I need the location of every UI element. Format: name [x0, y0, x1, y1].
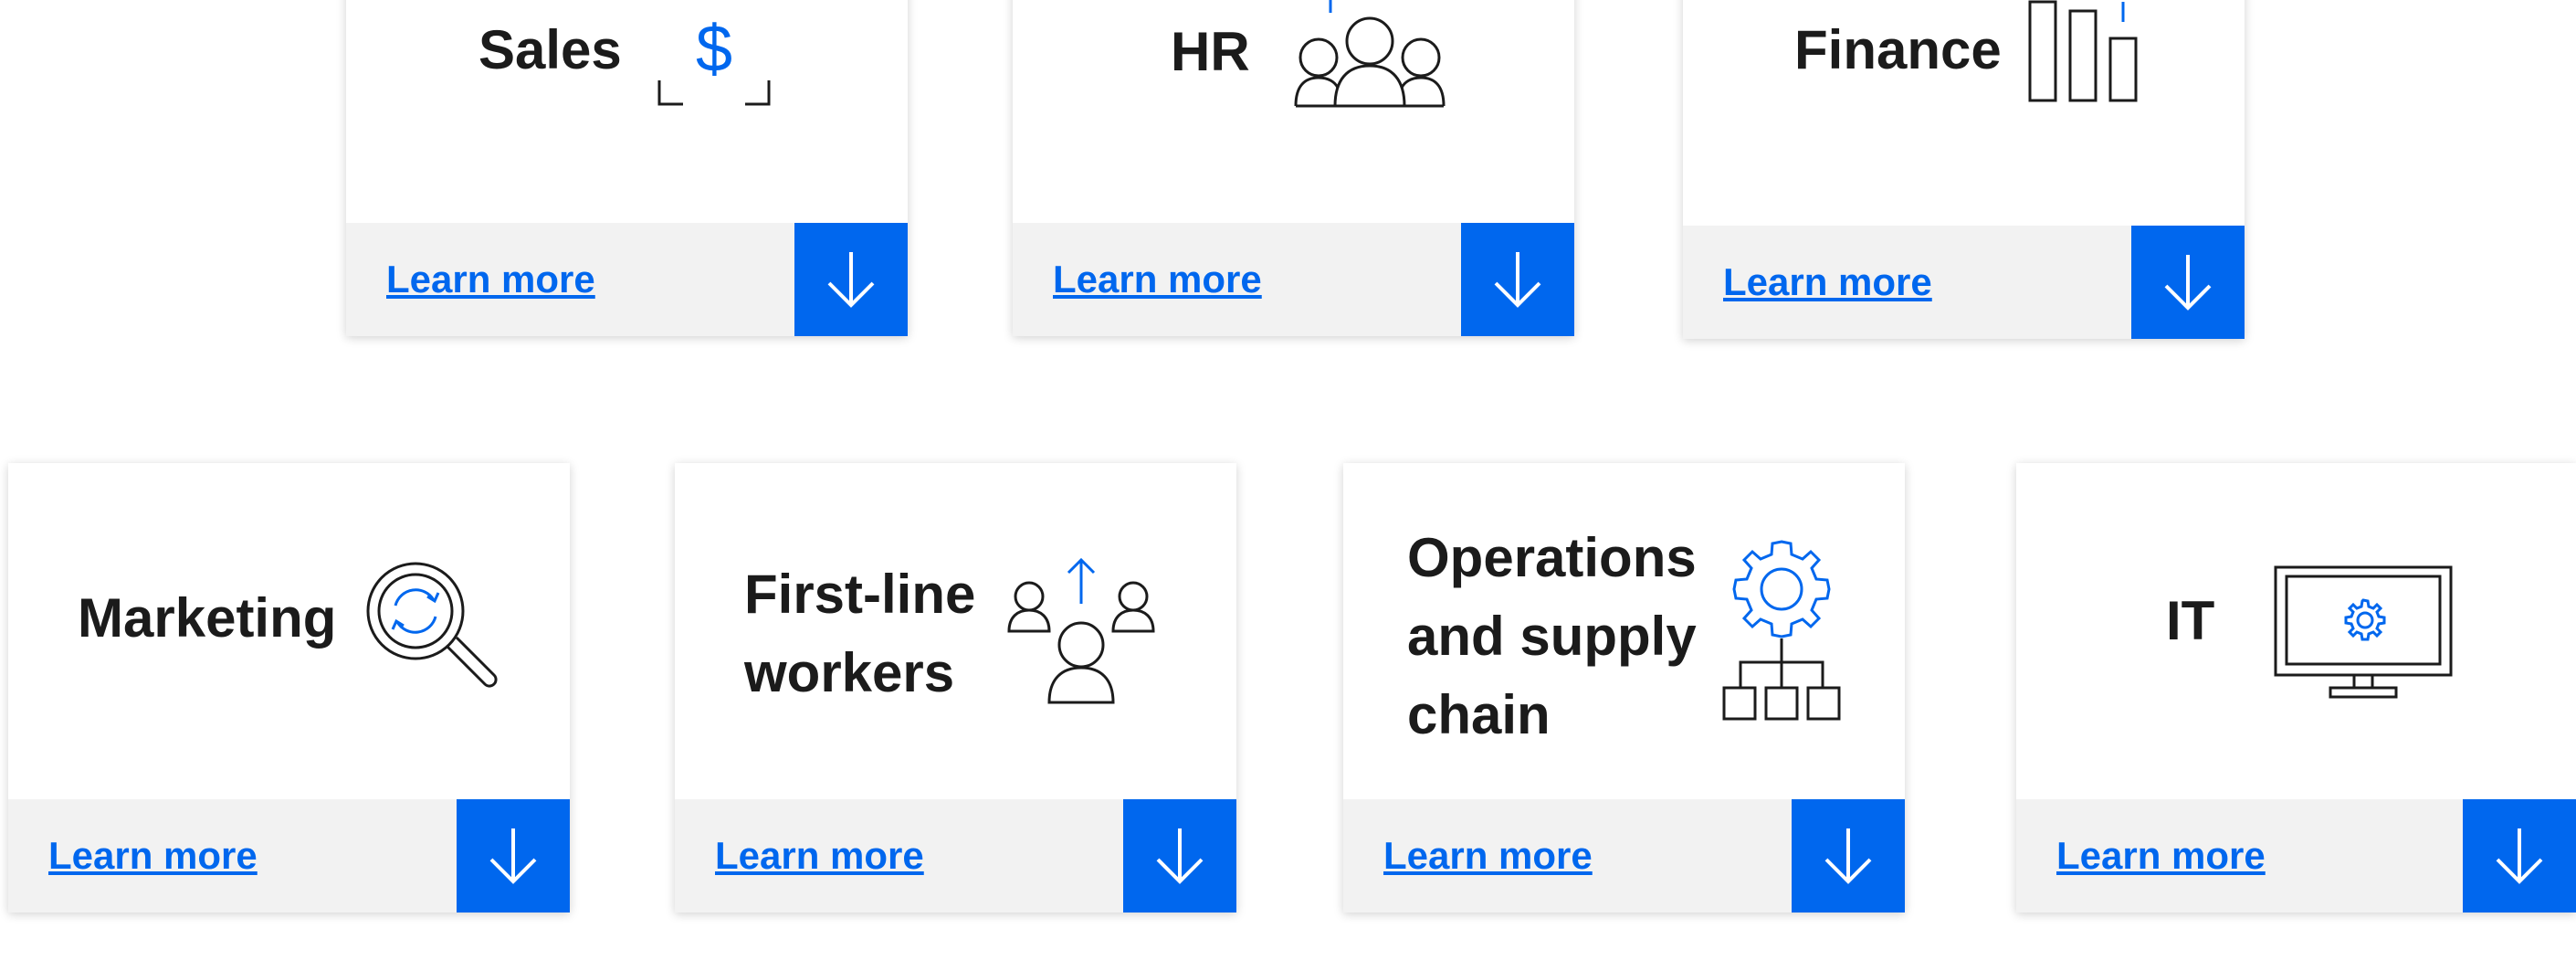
card-marketing: Marketing Learn more	[8, 463, 570, 913]
card-footer: Learn more	[675, 799, 1236, 913]
card-title: Operations and supply chain	[1407, 519, 1697, 754]
card-footer: Learn more	[346, 223, 908, 336]
card-footer: Learn more	[1683, 226, 2245, 339]
card-footer: Learn more	[1013, 223, 1574, 336]
expand-button[interactable]	[2131, 226, 2245, 339]
arrow-down-icon	[489, 828, 537, 884]
card-body: Operations and supply chain	[1343, 463, 1905, 799]
card-title: IT	[2166, 590, 2215, 651]
card-operations: Operations and supply chain Learn more	[1343, 463, 1905, 913]
expand-button[interactable]	[1461, 223, 1574, 336]
card-footer: Learn more	[1343, 799, 1905, 913]
card-title: Sales	[478, 19, 622, 80]
people-group-icon	[1294, 0, 1446, 108]
card-body: IT	[2016, 463, 2576, 799]
card-body: First-line workers	[675, 463, 1236, 799]
bar-chart-icon	[2028, 0, 2140, 102]
arrow-down-icon	[2496, 828, 2543, 884]
card-body: Sales $	[346, 0, 908, 223]
card-title: HR	[1171, 21, 1250, 82]
card-title: Finance	[1794, 19, 2002, 80]
expand-button[interactable]	[794, 223, 908, 336]
card-sales: Sales $ Learn more	[346, 0, 908, 336]
card-title-line: chain	[1407, 684, 1551, 745]
card-hr: HR Learn more	[1013, 0, 1574, 336]
svg-text:$: $	[696, 13, 732, 86]
card-it: IT Learn more	[2016, 463, 2576, 913]
magnifier-refresh-icon	[366, 562, 499, 695]
card-footer: Learn more	[8, 799, 570, 913]
arrow-down-icon	[827, 252, 875, 308]
learn-more-link[interactable]: Learn more	[2056, 828, 2266, 883]
card-first-line-workers: First-line workers Learn more	[675, 463, 1236, 913]
monitor-gear-icon	[2274, 565, 2453, 701]
people-upload-icon	[1007, 556, 1155, 704]
arrow-down-icon	[1824, 828, 1872, 884]
learn-more-link[interactable]: Learn more	[48, 828, 258, 883]
card-title-line: First-line	[744, 564, 976, 625]
card-title-line: workers	[744, 642, 955, 703]
learn-more-link[interactable]: Learn more	[1383, 828, 1593, 883]
arrow-down-icon	[2164, 255, 2212, 311]
card-footer: Learn more	[2016, 799, 2576, 913]
learn-more-link[interactable]: Learn more	[715, 828, 924, 883]
gear-hierarchy-icon	[1720, 540, 1843, 723]
card-body: Finance	[1683, 0, 2245, 226]
expand-button[interactable]	[2463, 799, 2576, 913]
card-finance: Finance Learn more	[1683, 0, 2245, 339]
learn-more-link[interactable]: Learn more	[1723, 255, 1932, 310]
arrow-down-icon	[1156, 828, 1204, 884]
learn-more-link[interactable]: Learn more	[1053, 252, 1262, 307]
card-body: Marketing	[8, 463, 570, 799]
dollar-frame-icon: $	[657, 0, 771, 106]
card-title-line: Operations	[1407, 527, 1697, 588]
expand-button[interactable]	[1123, 799, 1236, 913]
card-title: First-line workers	[744, 555, 975, 712]
expand-button[interactable]	[457, 799, 570, 913]
expand-button[interactable]	[1792, 799, 1905, 913]
card-title-line: and supply	[1407, 606, 1697, 667]
card-body: HR	[1013, 0, 1574, 223]
card-title: Marketing	[78, 587, 337, 649]
arrow-down-icon	[1494, 252, 1541, 308]
learn-more-link[interactable]: Learn more	[386, 252, 595, 307]
